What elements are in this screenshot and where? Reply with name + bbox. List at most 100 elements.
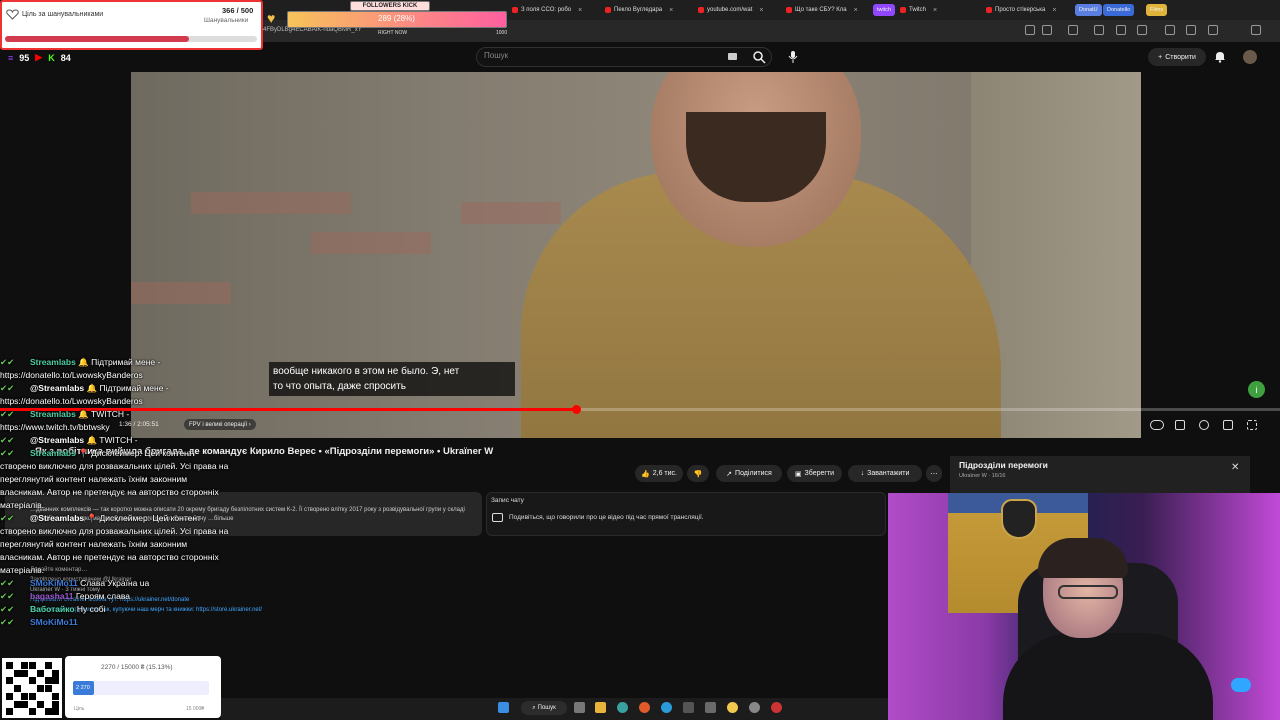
browser-icon[interactable] [617,702,628,713]
settings-gear-icon[interactable] [1199,420,1209,430]
file-explorer-icon[interactable] [595,702,606,713]
captions-icon[interactable] [1175,420,1185,430]
search-input[interactable]: Пошук [484,51,508,60]
bell-icon[interactable] [1214,50,1226,63]
counter-value: 95 [19,52,30,63]
like-button[interactable]: 👍 2,6 тис. [635,465,683,482]
browser-tab[interactable]: Що таке СБУ? Кла × [786,3,866,17]
twitch-icon: ≡ [8,52,14,63]
qr-cell [36,669,44,677]
chat-username: SMoKiMo11 [30,617,78,627]
qr-cell [44,685,52,693]
background-brick [131,282,231,304]
qr-cell [21,692,29,700]
avatar[interactable] [1243,50,1257,64]
extension-icon[interactable] [1094,25,1104,35]
chat-message: ✔✔ bagasha11 Героям слава [0,590,230,603]
qr-cell [21,700,29,708]
goal-subtitle: Шанувальники [204,17,249,24]
microphone-icon[interactable] [787,50,799,64]
chat-message: ✔✔ @Streamlabs 🔔 TWITCH - [0,434,230,447]
download-button[interactable]: ↓ Завантажити [848,465,922,482]
chat-badges-icon: ✔✔ [0,591,15,601]
keyboard-icon[interactable] [728,53,737,60]
theater-mode-icon[interactable] [1223,420,1233,430]
browser-tab[interactable]: З поля ССО: робо × [512,3,594,17]
qr-cell [29,708,37,716]
telegram-icon[interactable] [661,702,672,713]
more-actions-button[interactable]: ⋯ [926,465,942,482]
close-icon[interactable]: × [854,7,858,14]
chat-badges-icon: ✔✔ [0,383,15,393]
donation-goal-label: 2270 / 15000 ₴ (15.13%) [101,664,173,671]
tab-group-pill[interactable]: twitch [873,4,896,16]
screenshot-icon[interactable] [1025,25,1035,35]
app-icon[interactable] [705,702,716,713]
close-icon[interactable]: × [578,7,582,14]
streamer-hoodie [1003,633,1213,720]
browser-tab[interactable]: Пекло Вугледара × [605,3,687,17]
glasses [1058,585,1118,599]
obs-icon[interactable] [771,702,782,713]
tab-group-pill[interactable]: Donatello [1103,4,1135,16]
tab-label: Просто стікерська [995,7,1046,13]
chat-message: ✔✔ Streamlabs 🔔 Підтримай мене - https:/… [0,356,230,382]
settings-gear-icon[interactable] [749,702,760,713]
like-count: 2,6 тис. [652,470,677,477]
playlist-title[interactable]: Підрозділи перемоги [959,460,1048,470]
extension-icon[interactable] [1165,25,1175,35]
browser-tab[interactable]: Twitch × [900,3,972,17]
qr-cell [13,685,21,693]
streamer-hair [1038,538,1128,578]
profile-icon[interactable] [1208,25,1218,35]
close-icon[interactable]: × [1052,7,1056,14]
info-icon[interactable]: i [1248,381,1265,398]
donation-progress-fill: 2 270 [73,681,94,695]
app-icon[interactable] [683,702,694,713]
extension-icon[interactable] [1116,25,1126,35]
close-icon[interactable]: × [933,7,937,14]
chat-message: ✔✔ Streamlabs 📍 Дисклеймер: Цей контент … [0,447,230,512]
windows-start-icon[interactable] [498,702,509,713]
chat-username: SMoKiMo11 [30,578,78,588]
fullscreen-icon[interactable] [1247,420,1257,430]
taskbar-search-button[interactable]: ⌕ Пошук [521,701,567,715]
save-button[interactable]: ▣ Зберегти [787,465,842,482]
firefox-icon[interactable] [639,702,650,713]
qr-cell [13,669,21,677]
qr-cell [6,677,13,685]
create-button[interactable]: + Створити [1148,48,1206,66]
task-view-icon[interactable] [574,702,585,713]
close-icon[interactable]: ✕ [1231,462,1239,473]
tab-label: youtube.com/wat [707,7,753,13]
browser-tab[interactable]: youtube.com/wat × [698,3,778,17]
tab-label: Що таке СБУ? Кла [795,7,847,13]
tab-favicon-icon [698,7,704,13]
qr-cell [52,700,60,708]
tab-group-pill[interactable]: DonatU [1075,4,1102,16]
extension-icon[interactable] [1186,25,1196,35]
thumbs-up-icon: 👍 [641,470,650,478]
browser-tab[interactable]: Просто стікерська × [986,3,1076,17]
close-icon[interactable]: × [759,7,763,14]
progress-scrubber[interactable] [572,405,581,414]
share-button[interactable]: ↗ Поділитися [716,465,782,482]
followers-bar-title: FOLLOWERS KICK [350,1,430,11]
chrome-icon[interactable] [727,702,738,713]
chat-badges-icon: ✔✔ [0,435,15,445]
tab-favicon-icon [512,7,518,13]
extension-icon[interactable] [1137,25,1147,35]
close-icon[interactable]: × [669,7,673,14]
kick-icon: K [48,52,55,63]
goal-count: 366 / 500 [222,6,254,15]
extensions-icon[interactable] [1068,25,1078,35]
bookmark-star-icon[interactable] [1042,25,1052,35]
qr-cell [29,677,37,685]
search-icon[interactable] [752,50,766,64]
autoplay-toggle[interactable] [1150,420,1164,430]
emblem-icon [1001,499,1037,539]
hearts-icon [6,9,19,20]
dislike-button[interactable]: 👎 [687,465,709,482]
menu-icon[interactable] [1251,25,1261,35]
tab-group-pill[interactable]: Films [1146,4,1168,16]
